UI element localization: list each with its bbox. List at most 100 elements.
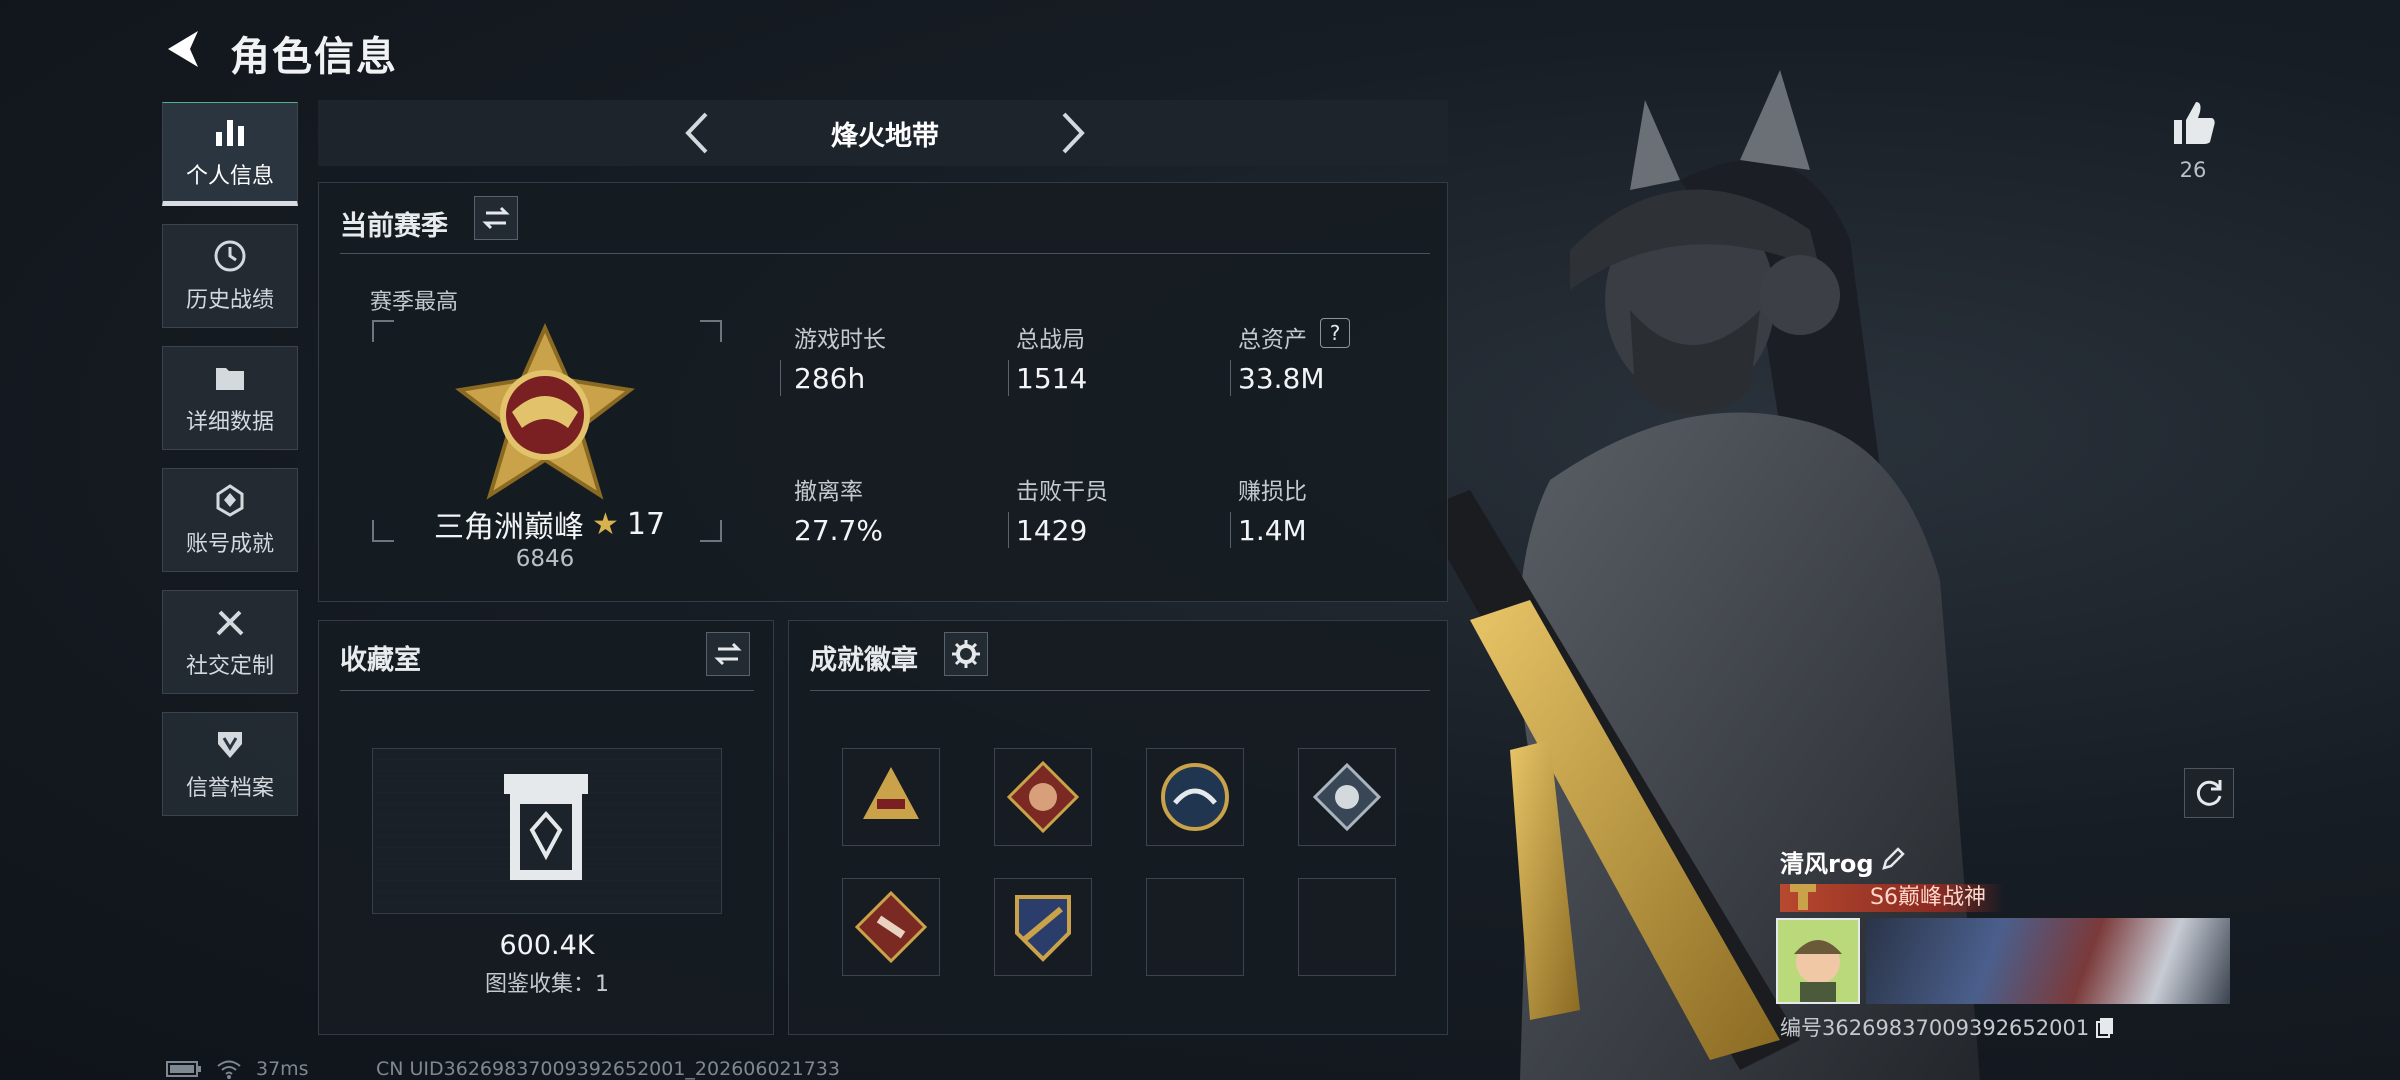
swap-icon [482,206,510,230]
badge-icon [1161,763,1229,831]
shield-icon [218,732,242,758]
sidebar-item-history[interactable]: 历史战绩 [162,224,298,328]
badge-icon [1312,762,1382,832]
sidebar-item-label: 社交定制 [185,654,274,679]
collection-title: 收藏室 [340,645,421,676]
swap-icon [714,642,742,666]
stat-value: 1.4M [1238,514,1307,547]
frame-corner [372,520,394,542]
divider [1230,360,1231,396]
chevron-left-icon[interactable] [678,108,718,158]
season-highest-label: 赛季最高 [370,290,459,315]
badge-slot[interactable] [842,878,940,976]
badge-slot[interactable] [994,748,1092,846]
divider [1008,512,1009,548]
mode-label: 烽火地带 [831,121,939,152]
folder-icon [216,368,244,390]
uid-text: CN UID3626983700939265200​1_202606021733 [376,1058,840,1080]
player-id: 编号3626983700939265200​1 [1780,1016,2090,1040]
rank-score: 6846 [515,546,575,572]
season-title: 当前赛季 [340,211,448,242]
edit-icon[interactable] [1880,846,1906,872]
likes-count: 26 [2179,158,2207,182]
vault-icon [504,774,588,880]
divider [780,360,781,396]
player-banner-image [1866,918,2230,1004]
rank-line: 三角洲巅峰 ★ 17 [434,502,665,546]
badge-settings-button[interactable] [944,632,988,676]
sidebar-item-label: 信誉档案 [185,776,274,801]
badge-slot-empty[interactable] [1146,878,1244,976]
sidebar-item-reputation[interactable]: 信誉档案 [162,712,298,816]
status-bar: 37ms [166,1058,309,1080]
frame-corner [372,320,394,342]
stat-label: 总资产 [1238,327,1307,353]
avatar-image [1794,940,1842,1002]
stat-value: 33.8M [1238,362,1325,395]
badge-slot[interactable] [994,878,1092,976]
stat-label: 游戏时长 [794,327,886,353]
badge-slot-empty[interactable] [1298,878,1396,976]
refresh-icon [2196,780,2222,806]
rank-stars: 17 [626,506,666,542]
swap-season-button[interactable] [474,196,518,240]
help-icon[interactable]: ? [1320,318,1350,348]
battery-icon [166,1061,201,1077]
collection-count: 图鉴收集：1 [485,972,609,997]
back-arrow-icon[interactable] [160,25,208,73]
stat-value: 286h [794,362,866,395]
swap-collection-button[interactable] [706,632,750,676]
refresh-button[interactable] [2184,768,2234,818]
frame-corner [700,520,722,542]
gear-icon [952,640,980,668]
stat-value: 27.7% [794,514,883,547]
chevron-right-icon[interactable] [1052,108,1092,158]
stat-value: 1429 [1016,514,1088,547]
copy-icon[interactable] [2095,1016,2115,1038]
stat-label: 总战局 [1016,327,1085,353]
ping-value: 37ms [256,1058,309,1080]
sidebar-item-social[interactable]: 社交定制 [162,590,298,694]
rank-name: 三角洲巅峰 [434,510,584,545]
thumbs-up-icon[interactable] [2168,98,2218,148]
collection-value: 600.4K [499,930,595,961]
title-emblem-icon [1790,884,1816,910]
player-name: 清风rog [1780,850,1874,878]
sidebar-item-label: 个人信息 [185,164,274,189]
clock-icon [214,240,246,272]
divider [340,253,1430,254]
stat-value: 1514 [1016,362,1088,395]
badge-icon [854,890,928,964]
sidebar-item-achievements[interactable]: 账号成就 [162,468,298,572]
sidebar-item-label: 详细数据 [185,410,274,435]
badge-icon [1006,760,1080,834]
sidebar-item-details[interactable]: 详细数据 [162,346,298,450]
tools-icon [216,610,244,636]
stat-label: 赚损比 [1238,479,1307,505]
badge-slot[interactable] [1146,748,1244,846]
player-title: S6巅峰战神 [1870,885,1986,910]
achievement-icon [216,484,244,517]
badge-icon [1015,895,1071,962]
stat-label: 撤离率 [794,479,863,505]
divider [1008,360,1009,396]
badge-icon [863,767,919,819]
divider [1230,512,1231,548]
sidebar-item-personal-info[interactable]: 个人信息 [162,102,298,206]
badge-slot[interactable] [842,748,940,846]
rank-emblem-icon [455,323,635,500]
stat-label: 击败干员 [1016,479,1108,505]
sidebar-item-label: 账号成就 [185,532,274,557]
star-icon: ★ [592,506,619,542]
achievements-title: 成就徽章 [810,645,918,676]
avatar[interactable] [1776,918,1860,1004]
divider [340,690,754,691]
player-id-row: 编号3626983700939265200​1 [1780,1012,2115,1042]
wifi-icon [217,1060,241,1079]
frame-corner [700,320,722,342]
divider [810,690,1430,691]
sidebar-item-label: 历史战绩 [185,288,274,313]
badge-slot[interactable] [1298,748,1396,846]
page-title: 角色信息 [230,34,398,80]
bar-chart-icon [216,120,244,146]
